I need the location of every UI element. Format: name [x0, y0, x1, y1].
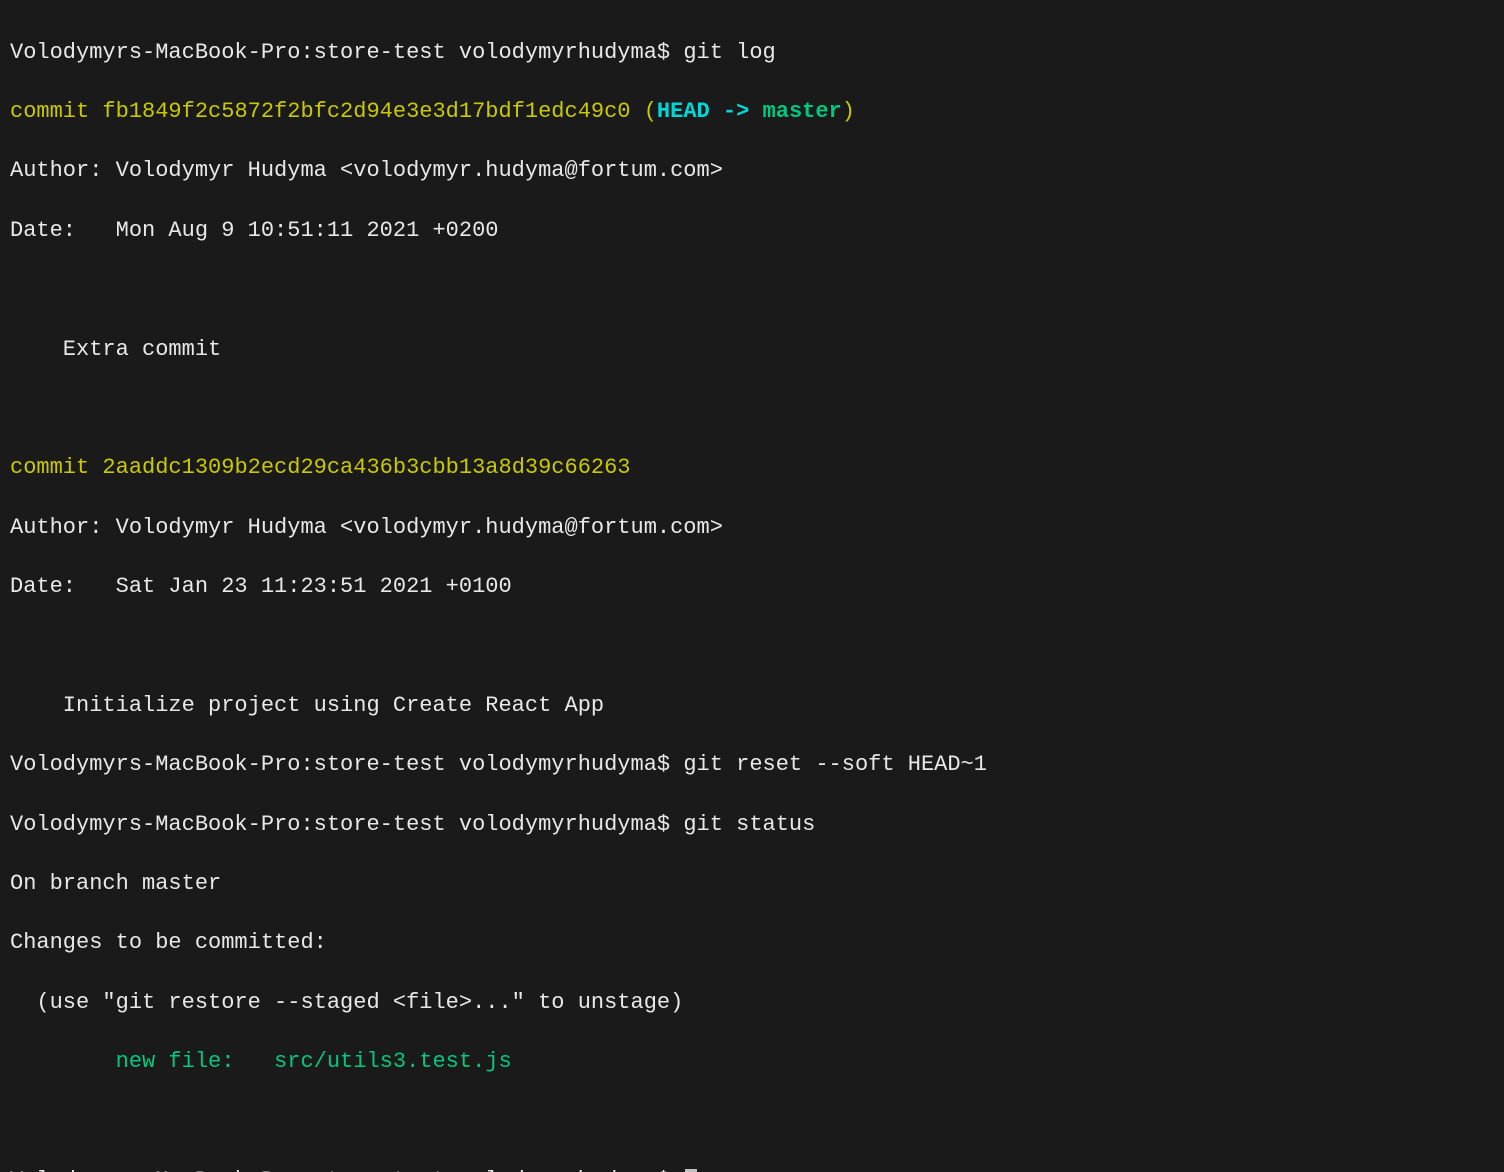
head-ref: HEAD -> — [657, 99, 763, 124]
shell-prompt: Volodymyrs-MacBook-Pro:store-test volody… — [10, 1168, 683, 1172]
commit-prefix: commit — [10, 99, 102, 124]
prompt-line-4: Volodymyrs-MacBook-Pro:store-test volody… — [10, 1166, 1494, 1172]
commit-message-2: Initialize project using Create React Ap… — [10, 691, 1494, 721]
blank-line — [10, 275, 1494, 305]
paren-open: ( — [631, 99, 657, 124]
commit-hash: 2aaddc1309b2ecd29ca436b3cbb13a8d39c66263 — [102, 455, 630, 480]
cursor-icon — [685, 1169, 697, 1172]
status-new-file: new file: src/utils3.test.js — [10, 1047, 1494, 1077]
prompt-line-2: Volodymyrs-MacBook-Pro:store-test volody… — [10, 750, 1494, 780]
paren-close: ) — [842, 99, 855, 124]
blank-line — [10, 394, 1494, 424]
command-text: git status — [683, 812, 815, 837]
commit-message-1: Extra commit — [10, 335, 1494, 365]
status-changes: Changes to be committed: — [10, 928, 1494, 958]
author-line-1: Author: Volodymyr Hudyma <volodymyr.hudy… — [10, 156, 1494, 186]
commit-line-1: commit fb1849f2c5872f2bfc2d94e3e3d17bdf1… — [10, 97, 1494, 127]
prompt-line-1: Volodymyrs-MacBook-Pro:store-test volody… — [10, 38, 1494, 68]
command-text: git log — [683, 40, 775, 65]
commit-hash: fb1849f2c5872f2bfc2d94e3e3d17bdf1edc49c0 — [102, 99, 630, 124]
commit-line-2: commit 2aaddc1309b2ecd29ca436b3cbb13a8d3… — [10, 453, 1494, 483]
date-line-1: Date: Mon Aug 9 10:51:11 2021 +0200 — [10, 216, 1494, 246]
prompt-line-3: Volodymyrs-MacBook-Pro:store-test volody… — [10, 810, 1494, 840]
author-line-2: Author: Volodymyr Hudyma <volodymyr.hudy… — [10, 513, 1494, 543]
commit-prefix: commit — [10, 455, 102, 480]
blank-line — [10, 631, 1494, 661]
status-hint: (use "git restore --staged <file>..." to… — [10, 988, 1494, 1018]
blank-line — [10, 1106, 1494, 1136]
command-text: git reset --soft HEAD~1 — [683, 752, 987, 777]
shell-prompt: Volodymyrs-MacBook-Pro:store-test volody… — [10, 812, 683, 837]
shell-prompt: Volodymyrs-MacBook-Pro:store-test volody… — [10, 40, 683, 65]
terminal-output[interactable]: Volodymyrs-MacBook-Pro:store-test volody… — [10, 8, 1494, 1172]
date-line-2: Date: Sat Jan 23 11:23:51 2021 +0100 — [10, 572, 1494, 602]
branch-name: master — [763, 99, 842, 124]
shell-prompt: Volodymyrs-MacBook-Pro:store-test volody… — [10, 752, 683, 777]
status-branch: On branch master — [10, 869, 1494, 899]
